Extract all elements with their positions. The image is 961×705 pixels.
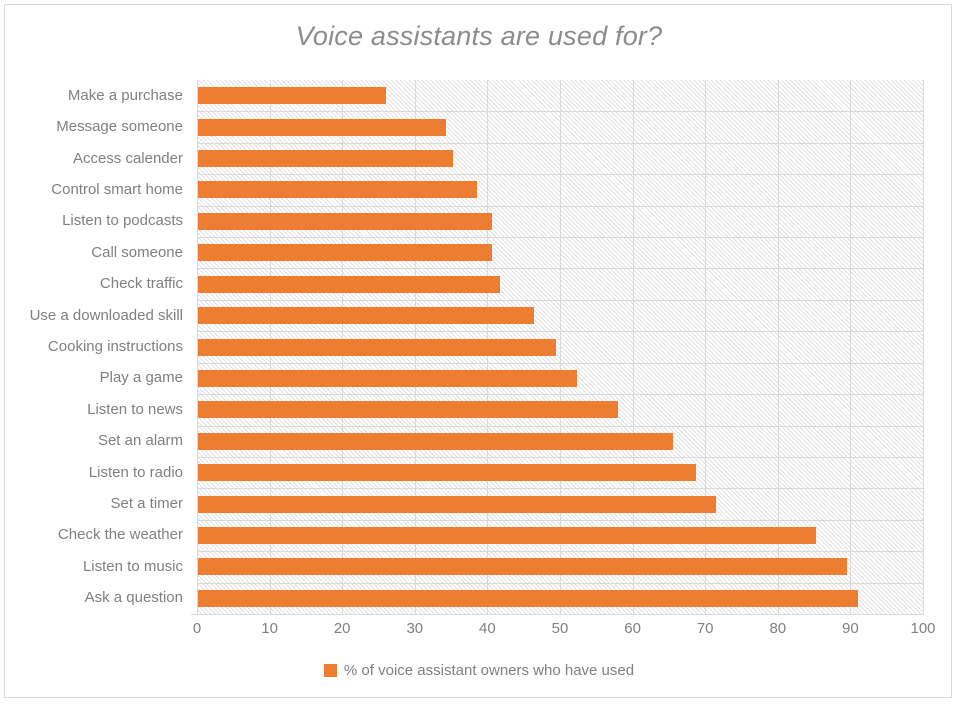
bar [197,401,619,419]
bar-series [197,80,923,614]
bar [197,275,500,293]
value-axis-label: 10 [261,620,278,637]
category-axis-label: Set an alarm [97,432,183,450]
value-axis-label: 80 [769,620,787,637]
gridline-vertical [923,80,924,614]
category-axis-label: Check the weather [57,526,183,544]
bar [197,87,386,105]
bar [197,338,557,356]
bar [197,526,816,544]
category-axis-label: Check traffic [99,275,183,293]
category-axis-label: Call someone [91,243,183,261]
value-axis-label: 90 [842,620,859,637]
chart-legend: % of voice assistant owners who have use… [5,662,953,679]
value-axis-label: 0 [192,620,202,637]
bar [197,495,717,513]
category-axis-label: Listen to radio [88,463,183,481]
category-axis-label: Listen to news [87,400,183,418]
bar [197,118,447,136]
bar [197,244,492,262]
bar [197,464,697,482]
category-axis-line [191,614,924,615]
bar [197,589,858,607]
category-axis-label: Use a downloaded skill [29,306,183,324]
category-axis-label: Set a timer [110,495,183,513]
value-axis-label: 50 [551,620,569,637]
category-axis-label: Access calender [72,149,183,167]
category-axis-label: Make a purchase [67,86,183,104]
value-axis-labels: 0 10 20 30 40 50 60 70 80 90 100 [193,620,936,644]
chart-container: Voice assistants are used for? Make a pu… [4,4,952,698]
legend-label: % of voice assistant owners who have use… [343,662,635,679]
chart-title: Voice assistants are used for? [295,21,663,51]
category-axis-label: Listen to podcasts [62,212,183,230]
category-axis-label: Control smart home [51,180,183,198]
value-axis-label: 20 [333,620,351,637]
value-axis-label: 100 [910,620,936,637]
bar [197,432,674,450]
bar [197,369,577,387]
bar [197,558,847,576]
plot-area [197,80,924,614]
bar [197,307,534,325]
value-axis-label: 40 [479,620,496,637]
category-axis-label: Cooking instructions [47,338,183,355]
category-axis-label: Message someone [56,118,183,136]
bar [197,150,454,168]
category-axis-label: Listen to music [82,557,183,575]
bar [197,212,492,230]
value-axis-label: 70 [696,620,714,637]
legend-swatch-icon [323,664,337,677]
value-axis-label: 60 [624,620,641,637]
category-axis-label: Play a game [99,369,183,387]
value-axis-label: 30 [406,620,424,637]
value-axis-line [197,80,198,615]
category-axis-labels: Make a purchase Message someone Access cal… [5,80,191,614]
category-axis-label: Ask a question [84,589,183,607]
bar [197,181,477,199]
